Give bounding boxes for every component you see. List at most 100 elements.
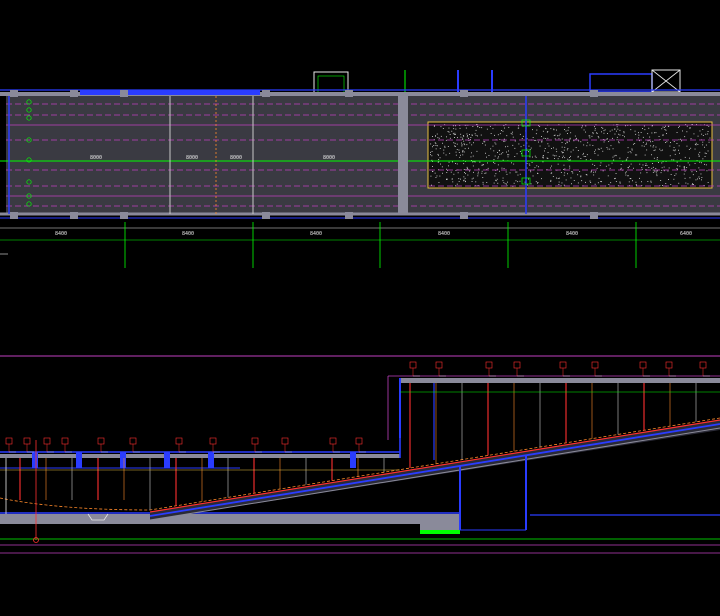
hatch-dot bbox=[594, 151, 595, 153]
hatch-dot bbox=[679, 152, 680, 154]
hatch-dot bbox=[603, 132, 605, 134]
hatch-dot bbox=[595, 149, 596, 151]
hatch-dot bbox=[611, 129, 613, 131]
hatch-dot bbox=[477, 125, 479, 127]
hatch-dot bbox=[454, 134, 456, 135]
hatch-dot bbox=[497, 134, 499, 136]
upper-deck-slab bbox=[400, 378, 720, 383]
hatch-dot bbox=[597, 154, 599, 156]
hatch-dot bbox=[641, 167, 643, 169]
hatch-dot bbox=[435, 148, 437, 150]
hatch-dot bbox=[517, 181, 519, 183]
hatch-dot bbox=[660, 172, 662, 174]
hatch-dot bbox=[542, 130, 544, 132]
hatch-dot bbox=[642, 128, 643, 129]
hatch-dot bbox=[464, 172, 465, 173]
hatch-dot bbox=[445, 139, 447, 141]
hatch-dot bbox=[693, 133, 695, 135]
hatch-dot bbox=[643, 125, 645, 127]
hatch-dot bbox=[563, 174, 565, 176]
hatch-dot bbox=[471, 152, 472, 154]
hatch-dot bbox=[534, 155, 536, 157]
hatch-dot bbox=[650, 180, 652, 182]
hatch-dot bbox=[557, 135, 558, 137]
hatch-dot bbox=[452, 161, 453, 163]
hatch-dot bbox=[441, 166, 443, 168]
hatch-dot bbox=[656, 173, 658, 175]
hatch-dot bbox=[602, 150, 604, 152]
hatch-dot bbox=[592, 132, 594, 133]
hatch-dot bbox=[448, 131, 450, 133]
hatch-dot bbox=[594, 165, 596, 166]
hatch-dot bbox=[461, 144, 463, 146]
hatch-dot bbox=[544, 150, 545, 152]
hatch-dot bbox=[536, 129, 538, 131]
hatch-dot bbox=[607, 138, 608, 140]
hatch-dot bbox=[454, 145, 455, 147]
hatch-dot bbox=[569, 165, 571, 167]
hatch-dot bbox=[597, 148, 599, 150]
hatch-dot bbox=[663, 170, 665, 172]
hatch-dot bbox=[701, 133, 703, 135]
hatch-dot bbox=[512, 136, 514, 138]
hatch-dot bbox=[448, 161, 450, 163]
hatch-dot bbox=[683, 168, 685, 170]
hatch-dot bbox=[680, 159, 682, 161]
hatch-dot bbox=[582, 154, 584, 156]
plan-column bbox=[70, 90, 78, 97]
hatch-dot bbox=[460, 154, 461, 156]
hatch-dot bbox=[467, 135, 468, 137]
hatch-dot bbox=[453, 142, 455, 144]
hatch-dot bbox=[606, 138, 608, 140]
hatch-dot bbox=[461, 142, 462, 144]
hatch-dot bbox=[676, 161, 678, 163]
hatch-dot bbox=[475, 134, 477, 136]
hatch-dot bbox=[668, 179, 669, 180]
hatch-dot bbox=[600, 162, 602, 164]
hatch-dot bbox=[556, 151, 558, 153]
hatch-dot bbox=[564, 146, 566, 148]
hatch-dot bbox=[539, 126, 541, 127]
cad-drawing: 8000 8000 8000 8000 8400 8400 8400 8400 … bbox=[0, 0, 720, 616]
hatch-dot bbox=[437, 153, 439, 155]
hatch-dot bbox=[672, 149, 674, 151]
hatch-dot bbox=[707, 182, 709, 183]
hatch-dot bbox=[435, 135, 436, 137]
hatch-dot bbox=[446, 179, 447, 180]
hatch-dot bbox=[553, 135, 555, 136]
plan-center-label: 8000 bbox=[186, 155, 198, 161]
hatch-dot bbox=[570, 132, 572, 134]
hatch-dot bbox=[554, 134, 556, 136]
hatch-dot bbox=[456, 183, 458, 185]
hatch-dot bbox=[658, 136, 660, 137]
hatch-dot bbox=[564, 157, 566, 159]
hatch-dot bbox=[567, 129, 569, 131]
hatch-dot bbox=[618, 142, 620, 144]
hatch-dot bbox=[474, 133, 476, 135]
hatch-dot bbox=[627, 147, 629, 149]
plan-view: 8000 8000 8000 8000 bbox=[0, 69, 720, 219]
hatch-dot bbox=[516, 153, 518, 155]
hatch-dot bbox=[558, 184, 560, 185]
dimension-label: 8400 bbox=[310, 231, 322, 237]
hatch-dot bbox=[607, 148, 609, 150]
hatch-dot bbox=[701, 179, 702, 181]
hatch-dot bbox=[502, 177, 504, 179]
hatch-dot bbox=[614, 128, 616, 130]
hatch-dot bbox=[655, 171, 657, 173]
hatch-dot bbox=[499, 133, 501, 135]
hatch-dot bbox=[537, 172, 538, 174]
hatch-dot bbox=[625, 125, 626, 127]
hatch-dot bbox=[558, 135, 560, 137]
hatch-dot bbox=[592, 145, 594, 146]
hatch-dot bbox=[484, 141, 486, 143]
hatch-dot bbox=[674, 175, 676, 176]
hatch-dot bbox=[514, 156, 516, 157]
hatch-dot bbox=[665, 129, 667, 131]
hatch-dot bbox=[646, 149, 648, 151]
hatch-dot bbox=[702, 158, 704, 160]
hatch-dot bbox=[603, 141, 605, 143]
hatch-dot bbox=[555, 148, 557, 150]
hatch-dot bbox=[458, 178, 460, 180]
hatch-dot bbox=[692, 174, 694, 176]
